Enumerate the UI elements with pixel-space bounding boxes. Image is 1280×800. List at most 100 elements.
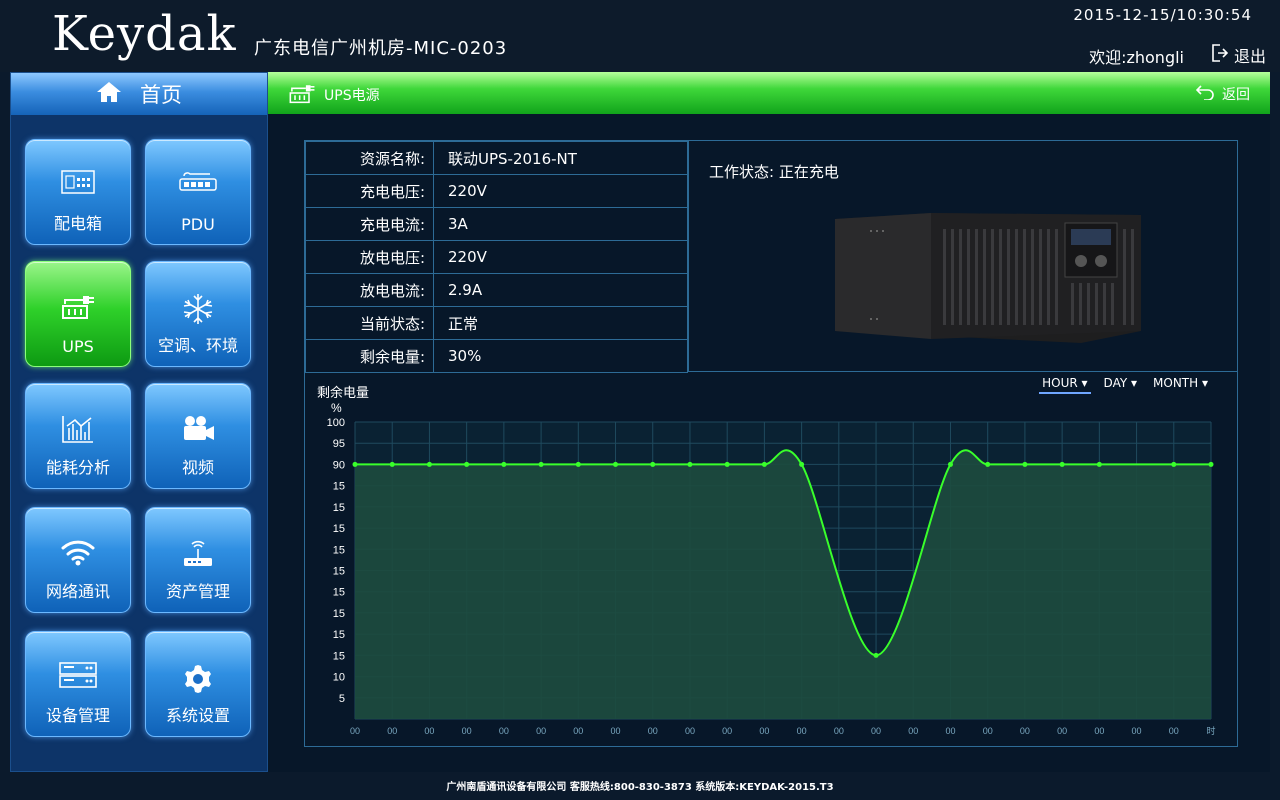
ups-icon <box>288 82 316 108</box>
back-label: 返回 <box>1222 87 1250 103</box>
info-key: 充电电流: <box>305 207 434 241</box>
tile-pdu[interactable]: PDU <box>145 139 251 245</box>
tile-asset-management[interactable]: 资产管理 <box>145 507 251 613</box>
tile-label: 配电箱 <box>53 214 102 233</box>
info-value: 正常 <box>433 306 688 340</box>
x-tick-label: 00 <box>573 726 583 736</box>
range-tab-month[interactable]: MONTH ▾ <box>1150 374 1211 394</box>
router-icon <box>146 538 250 568</box>
tile-video[interactable]: 视频 <box>145 383 251 489</box>
info-value: 3A <box>433 207 688 241</box>
x-tick-label: 00 <box>424 726 434 736</box>
series-area <box>355 450 1211 719</box>
data-point <box>352 461 358 467</box>
tile-label: 视频 <box>181 458 214 477</box>
site-name: 广东电信广州机房-MIC-0203 <box>254 38 508 59</box>
info-value: 220V <box>433 174 688 208</box>
table-row: 充电电流: 3A <box>305 207 688 241</box>
table-row: 剩余电量: 30% <box>305 339 688 373</box>
table-row: 放电电流: 2.9A <box>305 273 688 307</box>
data-point <box>1171 461 1177 467</box>
data-point <box>985 461 991 467</box>
table-row: 充电电压: 220V <box>305 174 688 208</box>
back-arrow-icon <box>1195 84 1214 104</box>
range-tab-hour[interactable]: HOUR ▾ <box>1039 374 1091 394</box>
data-point <box>1059 461 1065 467</box>
x-tick-label: 00 <box>499 726 509 736</box>
x-tick-label: 00 <box>648 726 658 736</box>
data-point <box>501 461 507 467</box>
data-point <box>650 461 656 467</box>
x-tick-label: 00 <box>1020 726 1030 736</box>
data-point <box>687 461 693 467</box>
range-tabs: HOUR ▾ DAY ▾ MONTH ▾ <box>1039 374 1211 394</box>
chart-title: 剩余电量 <box>317 386 370 401</box>
battery-chart: 剩余电量 HOUR ▾ DAY ▾ MONTH ▾ % 100 95 90 15 15 15… <box>305 372 1237 746</box>
home-button[interactable]: 首页 <box>11 73 267 115</box>
x-tick-label: 00 <box>1132 726 1142 736</box>
y-tick-label: 15 <box>333 502 345 514</box>
data-point <box>575 461 581 467</box>
tile-system-settings[interactable]: 系统设置 <box>145 631 251 737</box>
tile-device-management[interactable]: 设备管理 <box>25 631 131 737</box>
x-tick-label: 00 <box>462 726 472 736</box>
y-tick-label: 15 <box>333 629 345 641</box>
home-icon <box>96 81 122 108</box>
distribution-box-icon <box>26 170 130 194</box>
server-icon <box>26 662 130 688</box>
y-tick-label: 10 <box>333 672 345 684</box>
data-point <box>464 461 470 467</box>
data-point <box>1208 461 1214 467</box>
x-tick-label: 00 <box>983 726 993 736</box>
tile-label: PDU <box>181 215 215 234</box>
keydak-logo: Keydak <box>52 6 237 62</box>
info-value: 2.9A <box>433 273 688 307</box>
status-area: 工作状态: 正在充电 <box>688 141 1237 372</box>
table-row: 放电电压: 220V <box>305 240 688 274</box>
tile-label: 系统设置 <box>165 706 230 725</box>
tile-energy-analysis[interactable]: 能耗分析 <box>25 383 131 489</box>
y-tick-label: 15 <box>333 481 345 493</box>
info-key: 充电电压: <box>305 174 434 208</box>
ups-panel: 资源名称: 联动UPS-2016-NT 充电电压: 220V 充电电流: 3A 放电电… <box>304 140 1238 747</box>
y-tick-label: 95 <box>333 438 345 450</box>
tile-label: 空调、环境 <box>157 336 238 355</box>
table-row: 当前状态: 正常 <box>305 306 688 340</box>
y-tick-label: 15 <box>333 544 345 556</box>
ups-icon <box>26 292 130 320</box>
bar-chart-icon <box>26 414 130 444</box>
x-tick-label: 00 <box>1169 726 1179 736</box>
info-key: 当前状态: <box>305 306 434 340</box>
logout-label: 退出 <box>1233 47 1266 66</box>
gear-icon <box>146 662 250 696</box>
section-title-text: UPS电源 <box>324 88 380 104</box>
data-point <box>389 461 395 467</box>
tile-label: 设备管理 <box>45 706 110 725</box>
tile-label: 资产管理 <box>165 582 230 601</box>
x-tick-label: 00 <box>611 726 621 736</box>
logout-button[interactable]: 退出 <box>1210 43 1266 67</box>
x-tick-label: 00 <box>536 726 546 736</box>
section-title: UPS电源 <box>288 82 380 108</box>
sidebar: 首页 配电箱 PDU UPS 空调、环境 能耗分析 视频 网络通讯 资产管理 设… <box>10 72 268 772</box>
tile-distribution-box[interactable]: 配电箱 <box>25 139 131 245</box>
data-point <box>613 461 619 467</box>
info-value: 30% <box>433 339 688 373</box>
range-tab-day[interactable]: DAY ▾ <box>1101 374 1140 394</box>
tile-network[interactable]: 网络通讯 <box>25 507 131 613</box>
x-tick-label: 时 <box>1206 725 1215 736</box>
data-point <box>799 461 805 467</box>
table-row: 资源名称: 联动UPS-2016-NT <box>305 141 688 175</box>
back-button[interactable]: 返回 <box>1195 84 1250 104</box>
tile-ups[interactable]: UPS <box>25 261 131 367</box>
welcome-text: 欢迎:zhongli <box>1089 48 1184 67</box>
y-tick-label: 100 <box>327 417 345 429</box>
y-tick-label: 15 <box>333 587 345 599</box>
wifi-icon <box>26 538 130 566</box>
tile-air-conditioning[interactable]: 空调、环境 <box>145 261 251 367</box>
x-tick-label: 00 <box>387 726 397 736</box>
data-point <box>426 461 432 467</box>
data-point <box>761 461 767 467</box>
x-tick-label: 00 <box>871 726 881 736</box>
ups-info-table: 资源名称: 联动UPS-2016-NT 充电电压: 220V 充电电流: 3A 放电电… <box>305 141 688 373</box>
